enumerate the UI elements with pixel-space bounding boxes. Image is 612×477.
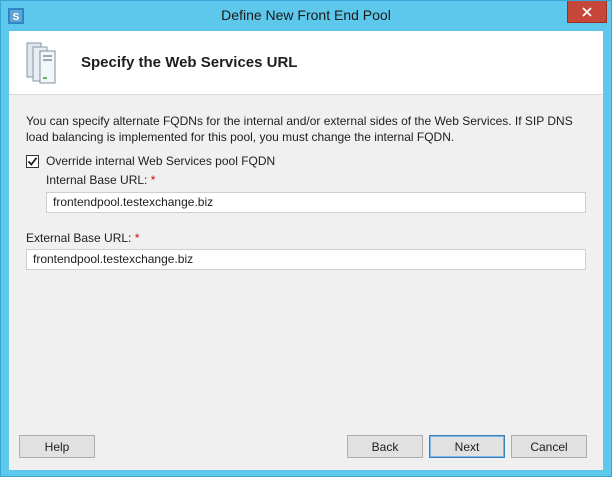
required-marker: * [150, 173, 156, 187]
description-text: You can specify alternate FQDNs for the … [26, 114, 573, 144]
cancel-button[interactable]: Cancel [511, 435, 587, 458]
window-title: Define New Front End Pool [221, 7, 391, 23]
close-button[interactable] [567, 1, 607, 23]
external-url-input[interactable]: frontendpool.testexchange.biz [26, 249, 586, 270]
title-bar[interactable]: S Define New Front End Pool [1, 1, 611, 31]
back-button[interactable]: Back [347, 435, 423, 458]
server-pool-icon [26, 42, 56, 84]
checkmark-icon [27, 156, 38, 166]
internal-url-label: Internal Base URL: * [46, 173, 155, 187]
override-checkbox[interactable] [26, 154, 39, 168]
required-marker: * [134, 231, 140, 245]
header-panel: Specify the Web Services URL [9, 31, 603, 95]
help-button[interactable]: Help [19, 435, 95, 458]
dialog-client: Specify the Web Services URL You can spe… [9, 31, 603, 470]
page-title: Specify the Web Services URL [81, 54, 298, 71]
internal-url-input[interactable]: frontendpool.testexchange.biz [46, 192, 586, 213]
external-url-label: External Base URL: * [26, 231, 139, 245]
external-url-label-text: External Base URL: [26, 231, 132, 245]
next-button[interactable]: Next [429, 435, 505, 458]
dialog-window: S Define New Front End Pool Specify the … [0, 0, 612, 477]
override-checkbox-label: Override internal Web Services pool FQDN [46, 154, 276, 168]
close-icon [582, 6, 592, 17]
internal-url-label-text: Internal Base URL: [46, 173, 148, 187]
override-checkbox-row[interactable]: Override internal Web Services pool FQDN [26, 153, 275, 169]
